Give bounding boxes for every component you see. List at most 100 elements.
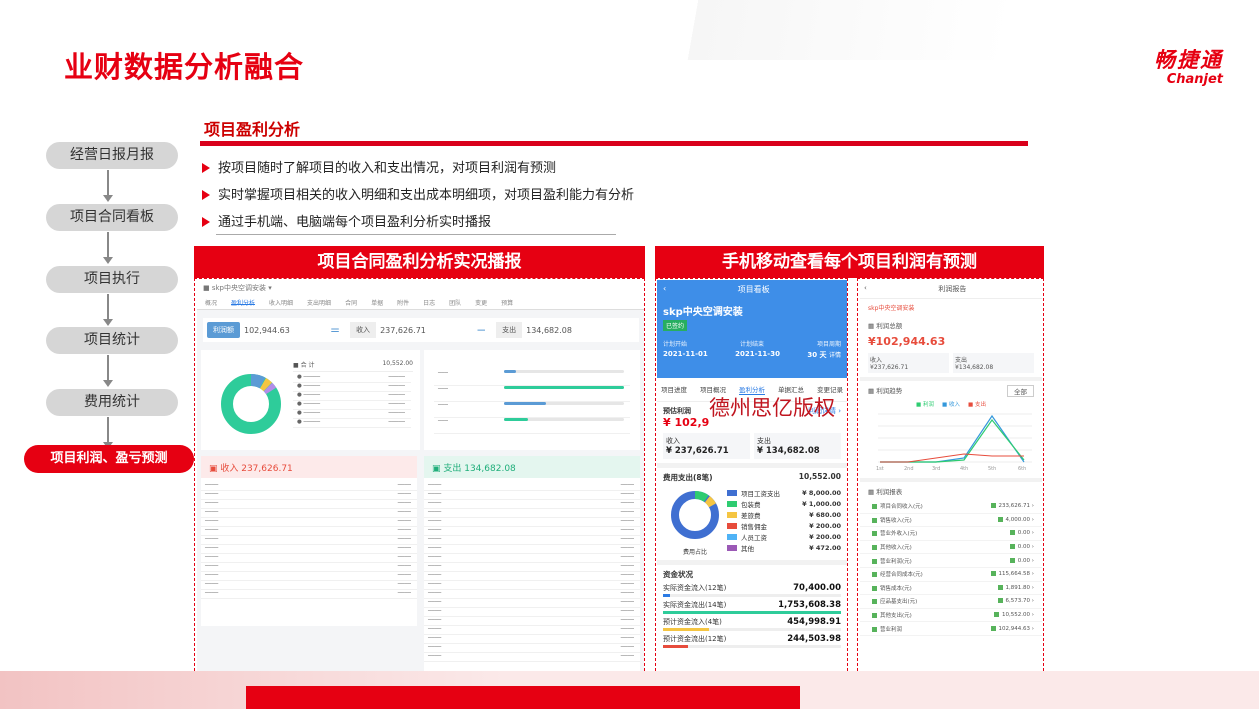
tab-progress[interactable]: 项目进度 <box>661 384 687 395</box>
expense-legend-row: 差旅费 ¥ 680.00 <box>727 509 841 520</box>
mobile-header-title: 项目看板 <box>737 285 770 294</box>
flow-step[interactable]: 项目执行 <box>46 266 178 293</box>
svg-text:5th: 5th <box>988 466 996 472</box>
expense-box: 支出 ¥ 134,682.08 <box>754 433 841 459</box>
expense-item-amount: ¥ 1,000.00 <box>802 499 841 508</box>
report-row[interactable]: 销售成本(元) 1,891.80 › <box>860 582 1042 596</box>
flow-step[interactable]: 经营日报月报 <box>46 142 178 169</box>
legend-swatch <box>727 511 737 518</box>
trend-filter-button[interactable]: 全部 <box>1007 385 1034 397</box>
mobile-income: ¥ 237,626.71 <box>666 446 729 456</box>
svg-text:3rd: 3rd <box>932 466 940 472</box>
report-row[interactable]: 营业外收入(元) 0.00 › <box>860 527 1042 541</box>
report-row[interactable]: 营业利润(元) 0.00 › <box>860 554 1042 568</box>
expense-item-name: 其他 <box>741 544 754 553</box>
date-values: 2021-11-01 2021-11-30 30 天 详情 <box>663 350 841 360</box>
plan-end: 2021-11-30 <box>735 350 780 358</box>
expense-item-amount: ¥ 200.00 <box>809 532 841 541</box>
income-tag: 收入 <box>350 322 377 338</box>
report-row-value: 233,626.71 <box>991 503 1031 509</box>
report-row[interactable]: 经营合同成本(元) 115,664.58 › <box>860 568 1042 582</box>
capital-row[interactable]: 实际资金流入(12笔) 70,400.00 <box>663 583 841 597</box>
plan-end-label: 计划结束 <box>739 341 764 348</box>
logo-cn: 畅捷通 <box>1154 48 1223 72</box>
expense-section: 费用支出(8笔) 10,552.00 费用占比 项目工资支出 ¥ 8,000.00 包… <box>657 468 847 565</box>
flow-arrow <box>103 355 113 387</box>
expense-item-name: 包装费 <box>741 500 761 509</box>
report-row[interactable]: 销售收入(元) 4,000.00 › <box>860 514 1042 528</box>
net-profit-label: 利润总额 <box>876 322 903 330</box>
expense-tag: 支出 <box>496 322 523 338</box>
report-row-value: 0.00 <box>1010 530 1030 536</box>
desktop-screen: ■ skp中央空调安装 ▾ 概况 盈利分析 收入明细 支出明细 合同 单据 附件 日志 团队 变更… <box>197 280 644 684</box>
report-row-label: 项目合同收入(元) <box>872 502 923 510</box>
expense-section-total: 10,552.00 <box>798 472 841 481</box>
capital-label: 实际资金流出(14笔) <box>663 601 727 609</box>
desktop-donut-chart <box>221 374 281 434</box>
report-row-value: 115,664.58 <box>991 571 1031 577</box>
capital-label: 实际资金流入(12笔) <box>663 584 727 592</box>
section-divider <box>200 141 1028 146</box>
svg-text:4th: 4th <box>960 466 968 472</box>
report-project: skp中央空调安装 <box>868 305 915 312</box>
report-row[interactable]: 项目合同收入(元) 233,626.71 › <box>860 500 1042 514</box>
report-row[interactable]: 其他收入(元) 0.00 › <box>860 541 1042 555</box>
watermark: 德州思亿版权 <box>709 396 835 420</box>
report-summary: ▦ 利润总额 ¥102,944.63 收入 ¥237,626.71 支出 ¥134,… <box>860 316 1042 381</box>
capital-list: 实际资金流入(12笔) 70,400.00 实际资金流出(14笔) 1,753,608… <box>663 583 841 648</box>
capital-section: 资金状况 实际资金流入(12笔) 70,400.00 实际资金流出(14笔) 1,75… <box>657 565 847 652</box>
flow-step[interactable]: 项目合同看板 <box>46 204 178 231</box>
bullet-item: 实时掌握项目相关的收入明细和支出成本明细项，对项目盈利能力有分析 <box>202 185 634 212</box>
report-table-title: ▦ 利润报表 <box>868 488 903 496</box>
flow-step[interactable]: 费用统计 <box>46 389 178 416</box>
legend-income: ■ 收入 <box>942 402 960 408</box>
profit-value: 102,944.63 <box>244 325 290 335</box>
capital-card: ─── ─── ─── ─── <box>424 350 640 450</box>
report-income: ¥237,626.71 <box>870 364 909 371</box>
capital-row[interactable]: 预计资金流入(4笔) 454,998.91 <box>663 617 841 631</box>
report-row-value: 0.00 <box>1010 544 1030 550</box>
back-icon[interactable]: ‹ <box>663 284 666 293</box>
report-row-label: 其他收入(元) <box>872 543 912 551</box>
flow-arrow <box>103 170 113 202</box>
report-expense: ¥134,682.08 <box>955 364 994 371</box>
capital-row[interactable]: 预计资金流出(12笔) 244,503.98 <box>663 634 841 648</box>
legend-expense: ■ 支出 <box>967 402 986 408</box>
logo-en: Chanjet <box>1166 72 1223 87</box>
capital-row[interactable]: 实际资金流出(14笔) 1,753,608.38 <box>663 600 841 614</box>
report-table: 项目合同收入(元) 233,626.71 › 销售收入(元) 4,000.00 › 营业… <box>860 500 1042 636</box>
report-row-label: 销售收入(元) <box>872 516 912 524</box>
capital-value: 454,998.91 <box>787 617 841 627</box>
expense-item-amount: ¥ 680.00 <box>809 510 841 519</box>
report-row[interactable]: 其他支出(元) 10,552.00 › <box>860 609 1042 623</box>
back-icon[interactable]: ‹ <box>864 284 867 292</box>
capital-bar <box>663 594 841 597</box>
report-row-label: 经营合同成本(元) <box>872 570 923 578</box>
capital-bar <box>663 645 841 648</box>
trend-chart: 1st 2nd 3rd 4th 5th 6th <box>876 413 1032 472</box>
desktop-tabs[interactable]: 概况 盈利分析 收入明细 支出明细 合同 单据 附件 日志 团队 变更 预算 <box>197 294 644 310</box>
mobile-screen: ‹ 项目看板 skp中央空调安装 已签约 计划开始 计划结束 项目周期 2021-11… <box>657 280 847 684</box>
flow-step-active[interactable]: 项目利润、盈亏预测 <box>24 445 194 473</box>
capital-bar <box>663 611 841 614</box>
expense-item-amount: ¥ 200.00 <box>809 521 841 530</box>
report-screen: ‹ 利润报告 skp中央空调安装 ▦ 利润总额 ¥102,944.63 收入 ¥23… <box>860 280 1042 684</box>
status-badge: 已签约 <box>663 320 688 331</box>
report-row[interactable]: 营业利润 102,944.63 › <box>860 622 1042 636</box>
desktop-kpi-bar: 利润额 102,944.63 = 收入 237,626.71 − 支出 134,… <box>203 318 639 342</box>
income-card-header: ▣ 收入 237,626.71 <box>201 456 417 478</box>
report-row-value: 6,573.70 <box>998 598 1031 604</box>
expense-item-name: 人员工资 <box>741 533 767 542</box>
svg-text:1st: 1st <box>876 466 884 472</box>
flow-step[interactable]: 项目统计 <box>46 327 178 354</box>
trend-section: ▦ 利润趋势 全部 ■ 利润 ■ 收入 ■ 支出 1st 2nd 3rd 4th 5th 6… <box>860 381 1042 482</box>
expense-legend-row: 销售佣金 ¥ 200.00 <box>727 520 841 531</box>
mobile-project-name[interactable]: skp中央空调安装 <box>663 303 841 318</box>
desktop-legend-rows: ● ───── ───── ● ───── ───── ● ───── ───── ●… <box>293 374 411 428</box>
report-row[interactable]: 应品基支出(元) 6,573.70 › <box>860 595 1042 609</box>
report-row-value: 10,552.00 <box>994 612 1030 618</box>
expense-card-value: 134,682.08 <box>464 464 516 474</box>
detail-link[interactable]: 详情 <box>829 352 841 359</box>
flow-arrow <box>103 294 113 326</box>
expense-item-amount: ¥ 472.00 <box>809 543 841 552</box>
